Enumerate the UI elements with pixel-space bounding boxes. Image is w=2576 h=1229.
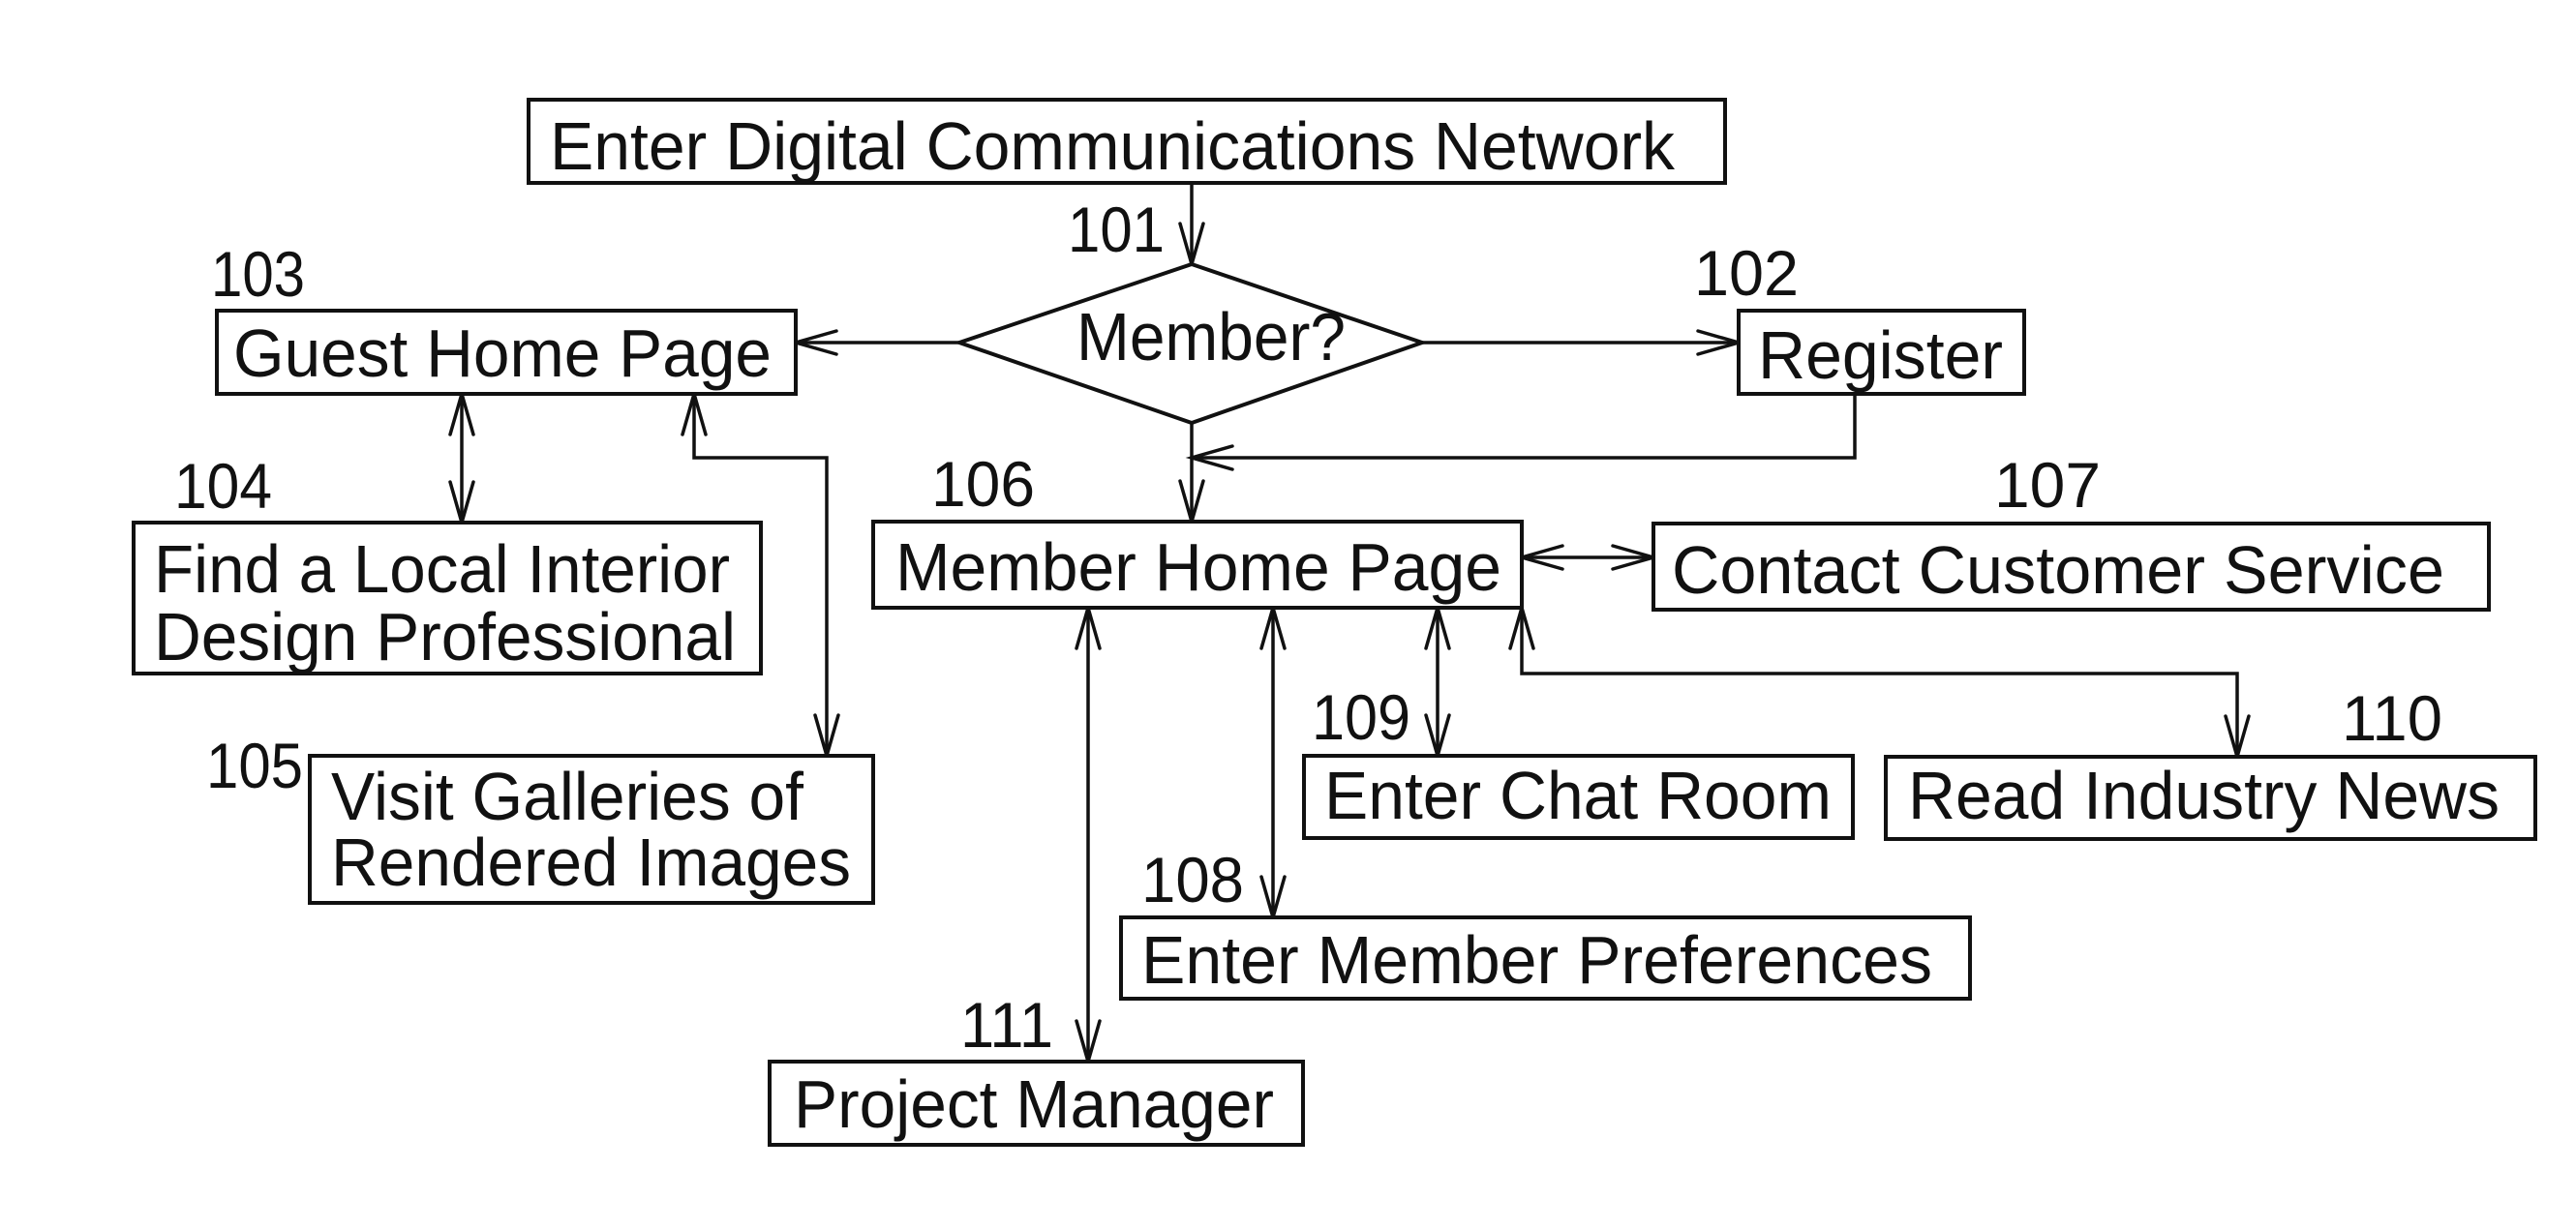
guest-home-label: Guest Home Page <box>233 315 772 391</box>
node-project-manager: Project Manager 111 <box>768 989 1305 1147</box>
node-customer-service: Contact Customer Service 107 <box>1652 449 2491 612</box>
ref-number-109: 109 <box>1312 681 1410 753</box>
ref-number-106: 106 <box>931 448 1035 520</box>
node-galleries: Visit Galleries of Rendered Images 105 <box>206 730 875 905</box>
entry-label: Enter Digital Communications Network <box>550 108 1676 184</box>
connector-register-to-member-home <box>1192 394 1857 460</box>
node-chat-room: Enter Chat Room 109 <box>1302 681 1855 840</box>
node-find-professional: Find a Local Interior Design Professiona… <box>132 450 763 675</box>
connector-member-home-to-news <box>1520 608 2239 757</box>
project-manager-label: Project Manager <box>794 1066 1274 1142</box>
member-home-label: Member Home Page <box>895 529 1501 605</box>
ref-number-110: 110 <box>2342 682 2442 754</box>
preferences-label: Enter Member Preferences <box>1141 922 1932 998</box>
galleries-label-line2: Rendered Images <box>331 824 851 900</box>
node-preferences: Enter Member Preferences 108 <box>1119 844 1972 1001</box>
register-label: Register <box>1758 317 2003 393</box>
ref-number-101: 101 <box>1068 194 1165 265</box>
node-member-home: Member Home Page 106 <box>871 448 1524 610</box>
find-professional-label-line2: Design Professional <box>154 599 736 674</box>
decision-label: Member? <box>1076 299 1346 375</box>
find-professional-label-line1: Find a Local Interior <box>154 531 730 607</box>
flowchart-canvas: Enter Digital Communications Network Mem… <box>132 98 2537 1147</box>
customer-service-label: Contact Customer Service <box>1672 532 2444 608</box>
industry-news-label: Read Industry News <box>1908 758 2500 833</box>
ref-number-111: 111 <box>960 989 1053 1061</box>
ref-number-108: 108 <box>1141 844 1244 915</box>
ref-number-103: 103 <box>211 238 305 310</box>
ref-number-102: 102 <box>1694 237 1799 309</box>
ref-number-104: 104 <box>174 450 272 522</box>
chat-room-label: Enter Chat Room <box>1324 758 1832 833</box>
ref-number-105: 105 <box>206 730 303 801</box>
node-register: Register 102 <box>1694 237 2026 396</box>
node-guest-home: Guest Home Page 103 <box>211 238 798 396</box>
ref-number-107: 107 <box>1994 449 2101 521</box>
galleries-label-line1: Visit Galleries of <box>331 759 804 834</box>
node-entry: Enter Digital Communications Network <box>527 98 1727 185</box>
node-industry-news: Read Industry News 110 <box>1884 682 2537 841</box>
